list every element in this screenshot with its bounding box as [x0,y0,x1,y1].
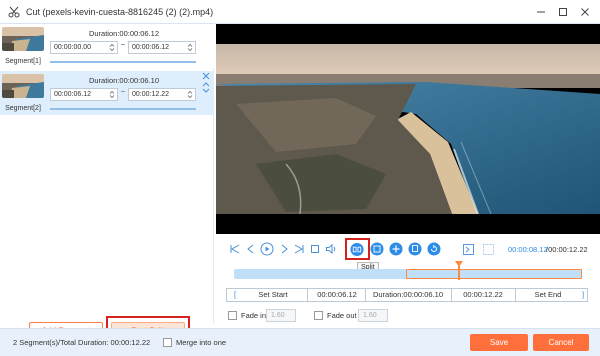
bracket-close-icon: ] [581,290,585,299]
window-title: Cut (pexels-kevin-cuesta-8816245 (2) (2)… [26,6,214,17]
duration-display: Duration:00:00:06.10 [372,290,444,299]
minimize-icon [537,11,545,13]
add-segment-icon-button[interactable] [389,242,403,256]
segment-end-value: 00:00:12.22 [132,91,169,98]
chevron-down-icon[interactable] [202,88,210,93]
copy-icon [370,242,384,256]
restore-button[interactable] [552,0,574,24]
trim-bar: [ Set Start 00:00:06.12 Duration:00:00:0… [226,288,588,302]
go-to-end-button[interactable] [292,242,306,256]
fade-in-input[interactable]: 1.60 [266,309,296,322]
restore-icon [559,8,567,16]
bracket-open-icon: [ [233,290,237,299]
timeline-track[interactable] [234,269,582,279]
segment-thumbnail [2,27,44,51]
play-button[interactable] [260,242,274,256]
divider [451,289,452,301]
segment-thumbnail [2,74,44,98]
segment-label: Segment[1] [5,58,41,65]
close-icon[interactable] [202,72,210,80]
set-start-button[interactable]: Set Start [241,289,305,301]
chevron-left-icon [247,244,254,254]
segment-start-value: 00:00:00.00 [54,44,91,51]
previous-frame-button[interactable] [244,242,258,256]
volume-button[interactable] [324,242,338,256]
merge-checkbox[interactable] [163,338,172,347]
segment-list: Segment[1] Duration:00:00:06.12 00:00:00… [0,24,214,345]
chevron-right-icon [281,244,288,254]
next-frame-button[interactable] [277,242,291,256]
reset-icon [427,242,441,256]
fade-out-input[interactable]: 1.60 [358,309,388,322]
stop-icon [311,245,319,253]
title-bar: Cut (pexels-kevin-cuesta-8816245 (2) (2)… [0,0,600,24]
divider [365,289,366,301]
start-time-field[interactable]: 00:00:06.12 [309,289,365,301]
skip-to-end-icon [294,244,304,254]
spinner-icon[interactable] [109,90,115,99]
duplicate-icon [408,242,422,256]
fade-out-label: Fade out [327,311,357,320]
divider [515,289,516,301]
segment-duration: Duration:00:00:06.10 [88,76,160,85]
current-time: 00:00:08.12 [508,245,548,254]
timeline-selection[interactable] [406,269,582,279]
jump-icon [462,243,474,255]
segment-track [50,108,196,110]
minimize-button[interactable] [530,0,552,24]
status-text: 2 Segment(s)/Total Duration: 00:00:12.22 [13,338,151,347]
plus-icon [389,242,403,256]
snapshot-icon [482,243,494,255]
duplicate-button[interactable] [408,242,422,256]
skip-to-start-icon [230,244,240,254]
spinner-icon[interactable] [109,43,115,52]
segment-start-value: 00:00:06.12 [54,91,91,98]
split-highlight [345,238,370,260]
spinner-icon[interactable] [187,90,193,99]
cancel-button[interactable]: Cancel [533,334,589,351]
player-controls: 00:00:08.12 /00:00:12.22 Split [216,238,600,272]
end-time-field[interactable]: 00:00:12.22 [453,289,513,301]
chevron-up-icon[interactable] [202,82,210,87]
segment-start-input[interactable]: 00:00:06.12 [50,88,118,101]
playhead-line [458,266,460,280]
divider [307,289,308,301]
footer-bar: 2 Segment(s)/Total Duration: 00:00:12.22… [0,328,600,356]
fade-in-checkbox[interactable] [228,311,237,320]
range-dash [121,91,125,92]
video-preview[interactable] [216,24,600,234]
fade-out-checkbox[interactable] [314,311,323,320]
segment-label: Segment[2] [5,105,41,112]
play-icon [260,242,274,256]
fade-in-label: Fade in [241,311,267,320]
segment-track [50,61,196,63]
segment-start-input[interactable]: 00:00:00.00 [50,41,118,54]
save-button[interactable]: Save [470,334,528,351]
fade-controls: Fade in 1.60 Fade out 1.60 [228,309,388,323]
close-icon [581,8,589,16]
copy-segment-button[interactable] [370,242,384,256]
segment-end-value: 00:00:06.12 [132,44,169,51]
spinner-icon[interactable] [187,43,193,52]
segment-row-2[interactable]: Segment[2] Duration:00:00:06.10 00:00:06… [0,71,214,115]
segment-end-input[interactable]: 00:00:12.22 [128,88,196,101]
segment-row-1[interactable]: Segment[1] Duration:00:00:06.12 00:00:00… [0,24,214,68]
range-dash [121,44,125,45]
go-to-start-button[interactable] [228,242,242,256]
volume-icon [326,243,336,255]
snapshot-button[interactable] [481,242,495,256]
merge-label: Merge into one [176,338,227,347]
jump-to-end-button[interactable] [461,242,475,256]
reset-button[interactable] [427,242,441,256]
set-end-button[interactable]: Set End [517,289,579,301]
stop-button[interactable] [308,242,322,256]
segment-duration: Duration:00:00:06.12 [88,29,160,38]
segment-end-input[interactable]: 00:00:06.12 [128,41,196,54]
close-button[interactable] [574,0,596,24]
total-time: /00:00:12.22 [546,245,588,254]
scissors-icon [8,6,20,17]
